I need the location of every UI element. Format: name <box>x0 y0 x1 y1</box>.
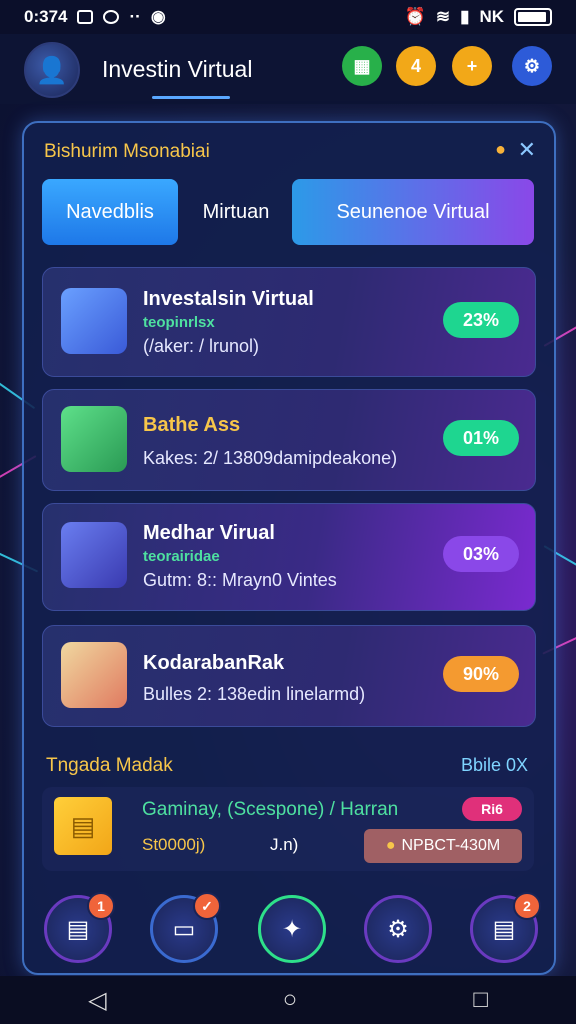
card-detail: Gutm: 8:: Mrayn0 Vintes <box>143 570 337 590</box>
alarm-icon: ⏰ <box>404 7 426 26</box>
circle-icon: ◉ <box>150 7 166 26</box>
deal-title: Gaminay, (Scespone) / Harran <box>142 799 399 820</box>
factory-icon <box>61 522 127 588</box>
investment-card[interactable]: Investalsin Virtual teopinrlsx (/aker: /… <box>42 267 536 377</box>
nav-glyph: ▭ <box>172 915 196 943</box>
app-logo-icon[interactable]: 👤 <box>24 42 80 98</box>
wallet-nav-icon[interactable]: ▭ ✓ <box>150 892 221 963</box>
home-icon[interactable]: ○ <box>283 986 298 1014</box>
nav-glyph: ⚙ <box>387 915 409 943</box>
nav-glyph: ▤ <box>492 915 516 943</box>
status-time: 0:374 <box>24 7 68 26</box>
coin-icon: ● <box>385 837 396 854</box>
deal-code-text: NPBCT-430M <box>401 837 501 854</box>
card-title: Investalsin Virtual <box>143 288 314 310</box>
bottom-nav: ▤ 1 ▭ ✓ ✦ ⚙ ▤ 2 <box>24 875 554 971</box>
close-icon[interactable]: ✕ <box>518 137 536 163</box>
section-title: Tngada Madak <box>46 755 173 776</box>
tab-navedblis[interactable]: Navedblis <box>42 179 178 245</box>
card-subtitle: teopinrlsx <box>143 314 215 331</box>
section-link[interactable]: Bbile 0X <box>461 755 528 776</box>
card-title: Bathe Ass <box>143 414 241 436</box>
status-right-text: NK <box>479 7 504 26</box>
notification-badge: ✓ <box>193 892 221 920</box>
app-header: 👤 Investin Virtual ▦ 4 + ⚙ <box>0 34 576 104</box>
deal-duration: J.n) <box>270 835 299 854</box>
deal-amount: St0000j) <box>142 835 206 854</box>
card-subtitle: teorairidae <box>143 548 220 565</box>
battery-icon <box>514 8 552 26</box>
coin-icon[interactable]: 4 <box>396 46 436 86</box>
building-icon <box>61 406 127 472</box>
deal-badge: Ri6 <box>462 797 522 821</box>
deal-code[interactable]: ● NPBCT-430M <box>364 829 522 863</box>
tab-label: Seunenoe Virtual <box>336 200 490 223</box>
star-nav-icon[interactable]: ✦ <box>258 895 326 963</box>
add-coin-icon[interactable]: + <box>452 46 492 86</box>
signal-icon: ▮ <box>460 7 470 26</box>
network-nav-icon[interactable]: ⚙ <box>364 895 432 963</box>
notes-nav-icon[interactable]: ▤ 2 <box>470 892 541 963</box>
settings-icon[interactable]: ⚙ <box>512 46 552 86</box>
percent-badge: 90% <box>443 656 519 692</box>
green-action-icon[interactable]: ▦ <box>342 46 382 86</box>
main-panel: Bishurim Msonabiai ● ✕ Navedblis Mirtuan… <box>22 121 556 975</box>
percent-badge: 01% <box>443 420 519 456</box>
package-icon: ▤ <box>54 797 112 855</box>
deal-row[interactable]: ▤ Gaminay, (Scespone) / Harran St0000j) … <box>42 787 534 871</box>
server-blocks-icon <box>61 288 127 354</box>
documents-nav-icon[interactable]: ▤ 1 <box>44 892 115 963</box>
investment-card[interactable]: Medhar Virual teorairidae Gutm: 8:: Mray… <box>42 503 536 611</box>
status-bar: 0:374 ·· ◉ ⏰ ≋ ▮ NK <box>0 0 576 34</box>
percent-badge: 23% <box>443 302 519 338</box>
dots-icon: ·· <box>129 7 141 26</box>
system-nav-bar: ◁ ○ □ <box>0 976 576 1024</box>
notification-icon <box>103 10 120 24</box>
tab-label: Mirtuan <box>202 200 270 223</box>
investment-card[interactable]: Bathe Ass Kakes: 2/ 13809damipdeakone) 0… <box>42 389 536 491</box>
card-title: KodarabanRak <box>143 652 285 674</box>
notification-badge: 1 <box>87 892 115 920</box>
card-detail: Bulles 2: 138edin linelarmd) <box>143 684 366 704</box>
tab-label: Navedblis <box>66 200 154 223</box>
card-detail: (/aker: / lrunol) <box>143 336 260 356</box>
card-title: Medhar Virual <box>143 522 275 544</box>
card-detail: Kakes: 2/ 13809damipdeakone) <box>143 448 398 468</box>
panel-title: Bishurim Msonabiai <box>44 141 210 162</box>
app-title: Investin Virtual <box>102 56 253 82</box>
book-stack-icon <box>61 642 127 708</box>
percent-badge: 03% <box>443 536 519 572</box>
nav-glyph: ✦ <box>281 915 303 943</box>
lightbulb-icon[interactable]: ● <box>495 139 506 160</box>
nav-glyph: ▤ <box>66 915 90 943</box>
wifi-icon: ≋ <box>435 7 451 26</box>
tab-seunenoe-virtual[interactable]: Seunenoe Virtual <box>292 179 534 245</box>
notification-icon <box>77 10 94 24</box>
back-icon[interactable]: ◁ <box>88 986 106 1015</box>
investment-card[interactable]: KodarabanRak Bulles 2: 138edin linelarmd… <box>42 625 536 727</box>
notification-badge: 2 <box>513 892 541 920</box>
recents-icon[interactable]: □ <box>473 986 488 1014</box>
header-active-indicator <box>152 96 230 99</box>
tab-mirtuan[interactable]: Mirtuan <box>182 179 290 245</box>
